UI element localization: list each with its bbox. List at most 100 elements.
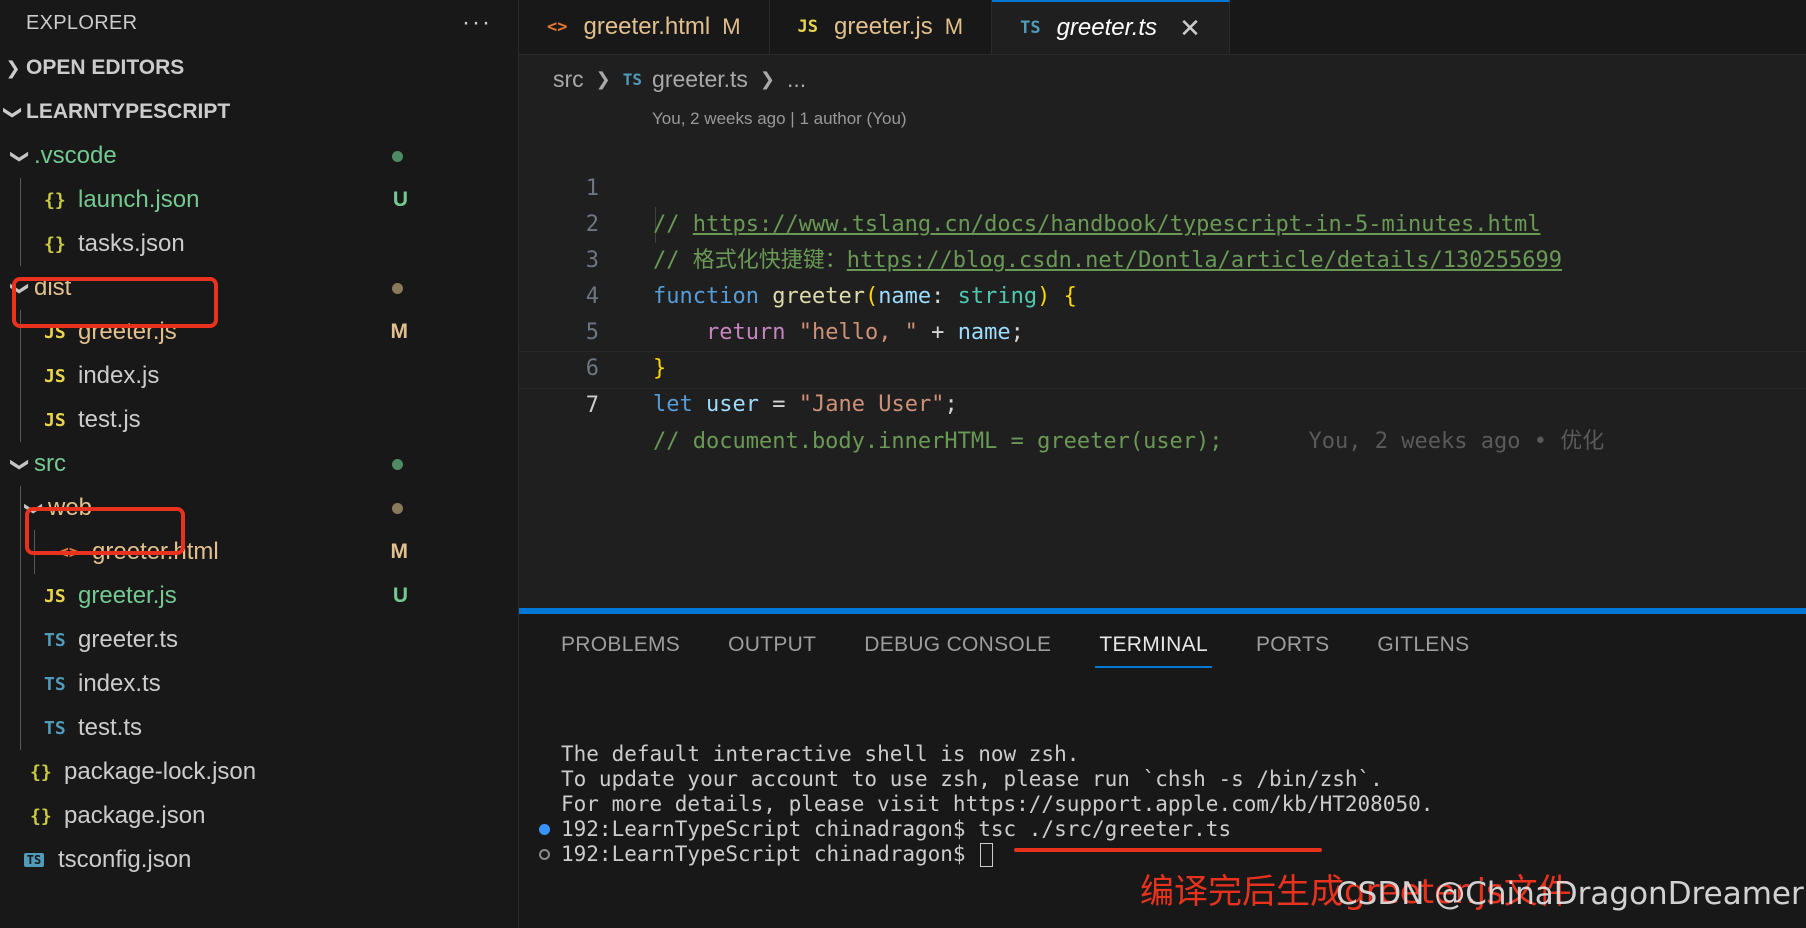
indent-guide bbox=[20, 310, 21, 354]
git-status-badge: M bbox=[390, 320, 409, 343]
chevron-down-icon: ❯ bbox=[10, 456, 31, 472]
more-actions-icon[interactable]: ··· bbox=[462, 9, 492, 37]
tab-ports[interactable]: PORTS bbox=[1256, 614, 1329, 676]
watermark: CSDN @ChinaDragonDreamer bbox=[1336, 876, 1804, 912]
tree-item-label: tasks.json bbox=[78, 230, 185, 257]
js-file-icon: JS bbox=[44, 585, 66, 607]
command-success-icon bbox=[539, 824, 550, 835]
chevron-down-icon: ❯ bbox=[10, 148, 31, 164]
tree-item-tasks-json[interactable]: {} tasks.json bbox=[0, 222, 518, 266]
tree-item-greeter-js[interactable]: JS greeter.js U bbox=[0, 574, 518, 618]
git-status-badge: U bbox=[392, 188, 408, 211]
tree-item-label: test.ts bbox=[78, 714, 143, 741]
git-status-dot bbox=[392, 282, 403, 294]
tree-item-label: web bbox=[48, 494, 93, 521]
tree-item--vscode[interactable]: ❯ .vscode bbox=[0, 134, 518, 178]
code-line: 5 } bbox=[519, 279, 1806, 381]
breadcrumb-file[interactable]: greeter.ts bbox=[652, 66, 748, 93]
tree-item-label: package.json bbox=[64, 802, 206, 829]
close-icon[interactable]: ✕ bbox=[1179, 13, 1201, 44]
git-status-dot bbox=[392, 502, 403, 514]
code-editor[interactable]: 1 // https://www.tslang.cn/docs/handbook… bbox=[519, 135, 1806, 454]
html-file-icon: <> bbox=[58, 541, 80, 563]
code-line: 2 // 格式化快捷键：https://blog.csdn.net/Dontla… bbox=[519, 171, 1806, 273]
terminal-line: The default interactive shell is now zsh… bbox=[561, 742, 1080, 766]
tab-problems[interactable]: PROBLEMS bbox=[561, 614, 680, 676]
ts-file-icon: TS bbox=[44, 717, 66, 739]
tree-item-greeter-ts[interactable]: TS greeter.ts bbox=[0, 618, 518, 662]
codelens-blame[interactable]: You, 2 weeks ago | 1 author (You) bbox=[519, 103, 1806, 135]
breadcrumb-folder[interactable]: src bbox=[553, 66, 584, 93]
tab-greeter-ts[interactable]: TS greeter.ts ✕ bbox=[992, 0, 1230, 54]
tree-item-dist[interactable]: ❯ dist bbox=[0, 266, 518, 310]
open-editors-section[interactable]: ❯ OPEN EDITORS bbox=[0, 46, 518, 90]
indent-guide bbox=[20, 706, 21, 750]
chevron-right-icon: ❯ bbox=[595, 68, 611, 89]
git-status-dot bbox=[392, 150, 403, 162]
terminal-cursor bbox=[980, 843, 994, 867]
comment: // document.body.innerHTML = greeter(use… bbox=[653, 429, 1223, 454]
tree-item-label: greeter.js bbox=[78, 582, 177, 609]
indent-guide bbox=[20, 662, 21, 706]
indent-guide bbox=[20, 222, 21, 266]
tree-item-test-ts[interactable]: TS test.ts bbox=[0, 706, 518, 750]
indent-guide bbox=[20, 530, 21, 574]
js-file-icon: JS bbox=[44, 321, 66, 343]
line-number: 7 bbox=[585, 393, 599, 418]
explorer-title: EXPLORER bbox=[26, 11, 138, 34]
terminal-command: 192:LearnTypeScript chinadragon$ tsc ./s… bbox=[561, 817, 1232, 841]
indent-guide bbox=[20, 574, 21, 618]
tab-label: greeter.js bbox=[834, 13, 933, 40]
project-section[interactable]: ❯ LEARNTYPESCRIPT bbox=[0, 90, 518, 134]
json-file-icon: {} bbox=[44, 233, 66, 255]
tree-item-index-ts[interactable]: TS index.ts bbox=[0, 662, 518, 706]
editor-area: <> greeter.html M JS greeter.js M TS gre… bbox=[519, 0, 1806, 608]
command-pending-icon bbox=[539, 849, 550, 860]
tree-item-label: greeter.ts bbox=[78, 626, 179, 653]
tab-terminal[interactable]: TERMINAL bbox=[1095, 614, 1212, 676]
chevron-down-icon: ❯ bbox=[3, 104, 24, 120]
tree-item-tsconfig-json[interactable]: TS tsconfig.json bbox=[0, 838, 518, 882]
tree-item-label: package-lock.json bbox=[64, 758, 257, 785]
tree-item-label: .vscode bbox=[34, 142, 117, 169]
indent-guide bbox=[20, 398, 21, 442]
tab-greeter-js[interactable]: JS greeter.js M bbox=[770, 0, 993, 54]
tab-label: greeter.html bbox=[583, 13, 711, 40]
git-status-badge: M bbox=[390, 540, 409, 563]
chevron-right-icon: ❯ bbox=[5, 57, 21, 78]
tree-item-label: test.js bbox=[78, 406, 141, 433]
tree-item-label: greeter.js bbox=[78, 318, 177, 345]
tree-item-web[interactable]: ❯ web bbox=[0, 486, 518, 530]
chevron-down-icon: ❯ bbox=[24, 500, 45, 516]
tab-output[interactable]: OUTPUT bbox=[728, 614, 816, 676]
tree-item-package-json[interactable]: {} package.json bbox=[0, 794, 518, 838]
json-file-icon: {} bbox=[30, 805, 52, 827]
ts-file-icon: TS bbox=[44, 629, 66, 651]
code-line-current: 7 // document.body.innerHTML = greeter(u… bbox=[519, 351, 1806, 454]
tree-item-greeter-html[interactable]: <> greeter.html M bbox=[0, 530, 518, 574]
indent-guide bbox=[20, 178, 21, 222]
indent-guide bbox=[34, 530, 35, 574]
tree-item-label: greeter.html bbox=[92, 538, 219, 565]
tree-item-test-js[interactable]: JS test.js bbox=[0, 398, 518, 442]
tree-item-src[interactable]: ❯ src bbox=[0, 442, 518, 486]
code-line: 1 // https://www.tslang.cn/docs/handbook… bbox=[519, 135, 1806, 237]
tab-greeter-html[interactable]: <> greeter.html M bbox=[519, 0, 770, 54]
breadcrumb-more[interactable]: ... bbox=[787, 66, 806, 93]
tree-item-package-lock-json[interactable]: {} package-lock.json bbox=[0, 750, 518, 794]
variable: user bbox=[706, 392, 759, 417]
git-status-dot bbox=[392, 458, 403, 470]
semicolon: ; bbox=[944, 392, 958, 417]
tree-item-launch-json[interactable]: {} launch.json U bbox=[0, 178, 518, 222]
terminal-line: To update your account to use zsh, pleas… bbox=[561, 767, 1383, 791]
tab-gitlens[interactable]: GITLENS bbox=[1377, 614, 1469, 676]
tree-item-label: dist bbox=[34, 274, 72, 301]
tab-debug-console[interactable]: DEBUG CONSOLE bbox=[864, 614, 1051, 676]
tree-item-greeter-js[interactable]: JS greeter.js M bbox=[0, 310, 518, 354]
tab-status: M bbox=[944, 14, 964, 39]
breadcrumb: src ❯ TS greeter.ts ❯ ... bbox=[519, 55, 1806, 103]
indent-guide bbox=[20, 618, 21, 662]
tree-item-index-js[interactable]: JS index.js bbox=[0, 354, 518, 398]
tsconfig-file-icon: TS bbox=[24, 853, 44, 867]
terminal-line: For more details, please visit https://s… bbox=[561, 792, 1434, 816]
